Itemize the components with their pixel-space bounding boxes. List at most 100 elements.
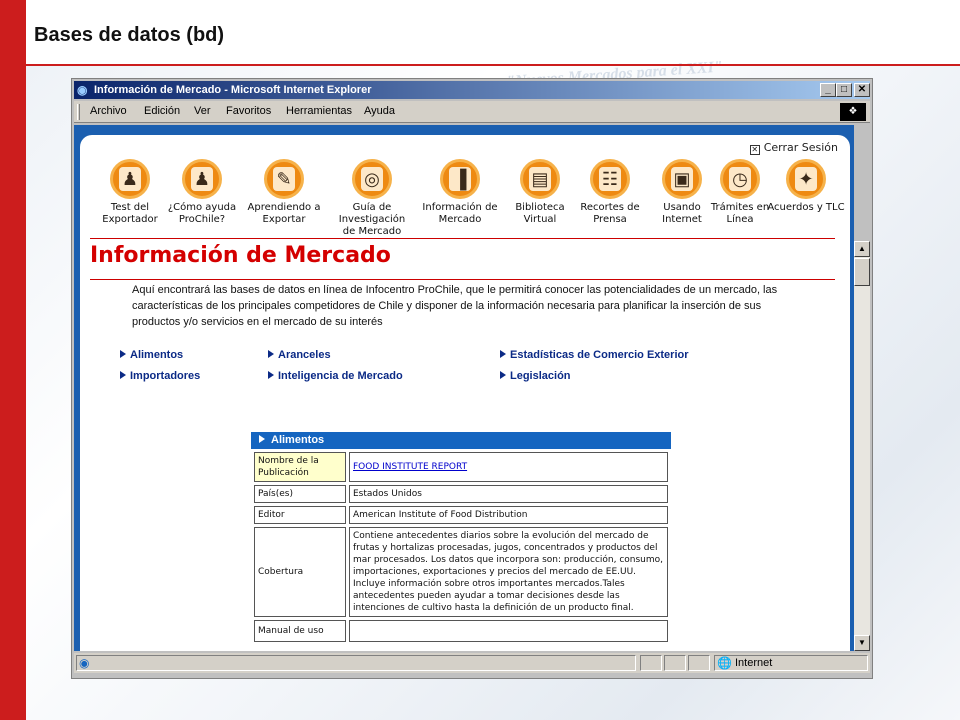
category-link-alimentos[interactable]: Alimentos: [120, 349, 183, 361]
row-key-country: País(es): [254, 485, 346, 503]
bullet-arrow-icon: [120, 371, 126, 379]
logout-link[interactable]: ✕ Cerrar Sesión: [749, 141, 838, 155]
computer-icon: ▣: [662, 159, 702, 199]
nav-item-label: Test del Exportador: [102, 202, 158, 225]
page-heading: Información de Mercado: [90, 243, 391, 268]
businessman-suit-icon: ♟: [182, 159, 222, 199]
bullet-arrow-icon: [500, 371, 506, 379]
nav-item-2[interactable]: ♟ ¿Cómo ayuda ProChile?: [162, 159, 242, 226]
slide-title: Bases de datos (bd): [34, 24, 225, 46]
table-row: Editor American Institute of Food Distri…: [254, 506, 668, 524]
nav-item-10[interactable]: ✦ Acuerdos y TLC: [766, 159, 846, 214]
bullet-arrow-icon: [259, 435, 265, 443]
minimize-button[interactable]: _: [820, 83, 836, 97]
intro-text: Aquí encontrará las bases de datos en lí…: [132, 284, 778, 328]
status-pane: [640, 655, 662, 671]
bar-chart-icon: ▐: [440, 159, 480, 199]
row-key-manual: Manual de uso: [254, 620, 346, 642]
scroll-thumb[interactable]: [854, 258, 870, 286]
category-label: Importadores: [130, 370, 201, 382]
nav-item-label: Aprendiendo a Exportar: [247, 202, 321, 225]
row-key-publication: Nombre de la Publicación: [254, 452, 346, 482]
menu-favoritos[interactable]: Favoritos: [226, 105, 271, 117]
nav-item-7[interactable]: ☷ Recortes de Prensa: [570, 159, 650, 226]
slide: "Nuevos Mercados para el XXI" Bases de d…: [0, 0, 960, 720]
toolbar-grip[interactable]: [77, 104, 80, 120]
accent-sidebar: [0, 0, 26, 720]
category-link-estadisticas[interactable]: Estadísticas de Comercio Exterior: [500, 349, 689, 361]
menu-herramientas[interactable]: Herramientas: [286, 105, 352, 117]
nav-item-3[interactable]: ✎ Aprendiendo a Exportar: [244, 159, 324, 226]
category-link-inteligencia[interactable]: Inteligencia de Mercado: [268, 370, 403, 382]
status-pane: [664, 655, 686, 671]
nav-item-label: Información de Mercado: [422, 202, 498, 225]
category-label: Estadísticas de Comercio Exterior: [510, 349, 689, 361]
database-details-table: Nombre de la Publicación FOOD INSTITUTE …: [251, 449, 671, 645]
ie-page-icon: ◉: [77, 83, 88, 97]
status-bar: ◉ 🌐 Internet: [74, 653, 870, 673]
category-label: Aranceles: [278, 349, 331, 361]
books-icon: ▤: [520, 159, 560, 199]
table-row: Nombre de la Publicación FOOD INSTITUTE …: [254, 452, 668, 482]
reading-man-icon: ✎: [264, 159, 304, 199]
businessman-red-tie-icon: ♟: [110, 159, 150, 199]
nav-item-6[interactable]: ▤ Biblioteca Virtual: [500, 159, 580, 226]
nav-item-label: Guía de Investigación de Mercado: [338, 202, 406, 237]
table-section-header: Alimentos: [251, 432, 671, 449]
scroll-up-arrow-icon[interactable]: ▲: [854, 241, 870, 257]
nav-item-1[interactable]: ♟ Test del Exportador: [90, 159, 170, 226]
table-row: Cobertura Contiene antecedentes diarios …: [254, 527, 668, 617]
category-link-legislacion[interactable]: Legislación: [500, 370, 571, 382]
row-value-publication: FOOD INSTITUTE REPORT: [349, 452, 668, 482]
newspaper-icon: ☷: [590, 159, 630, 199]
nav-item-label: Recortes de Prensa: [580, 202, 640, 225]
window-title: Información de Mercado - Microsoft Inter…: [94, 84, 372, 96]
row-key-coverage: Cobertura: [254, 527, 346, 617]
table-row: Manual de uso: [254, 620, 668, 642]
logout-label: Cerrar Sesión: [763, 141, 838, 154]
nav-item-label: Biblioteca Virtual: [515, 202, 565, 225]
category-link-aranceles[interactable]: Aranceles: [268, 349, 331, 361]
nav-item-label: ¿Cómo ayuda ProChile?: [167, 202, 237, 225]
bullet-arrow-icon: [268, 371, 274, 379]
row-value-country: Estados Unidos: [349, 485, 668, 503]
heading-divider-top: [90, 238, 835, 239]
zone-label: Internet: [735, 657, 773, 669]
category-label: Alimentos: [130, 349, 184, 361]
nav-item-label: Acuerdos y TLC: [767, 202, 845, 213]
menu-bar: Archivo Edición Ver Favoritos Herramient…: [74, 101, 870, 123]
category-label: Legislación: [510, 370, 571, 382]
menu-archivo[interactable]: Archivo: [90, 105, 127, 117]
status-text-pane: ◉: [76, 655, 636, 671]
stopwatch-icon: ◷: [720, 159, 760, 199]
menu-ver[interactable]: Ver: [194, 105, 211, 117]
browser-window: ◉ Información de Mercado - Microsoft Int…: [71, 78, 873, 679]
globe-icon: 🌐: [717, 656, 732, 670]
browser-viewport: ✕ Cerrar Sesión ♟ Test del Exportador ♟ ¿Cóm…: [74, 125, 854, 651]
row-value-manual: [349, 620, 668, 642]
table-section-title: Alimentos: [271, 434, 325, 446]
maximize-button[interactable]: □: [836, 83, 852, 97]
bullet-arrow-icon: [500, 350, 506, 358]
close-button[interactable]: ✕: [854, 83, 870, 97]
scroll-down-arrow-icon[interactable]: ▼: [854, 635, 870, 651]
publication-link[interactable]: FOOD INSTITUTE REPORT: [353, 462, 467, 472]
vertical-scrollbar[interactable]: ▲ ▼: [854, 241, 870, 651]
handshake-icon: ✦: [786, 159, 826, 199]
menu-ayuda[interactable]: Ayuda: [364, 105, 395, 117]
nav-item-5[interactable]: ▐ Información de Mercado: [420, 159, 500, 226]
nav-item-4[interactable]: ◎ Guía de Investigación de Mercado: [332, 159, 412, 238]
row-key-editor: Editor: [254, 506, 346, 524]
ie-status-icon: ◉: [79, 656, 90, 670]
menu-edicion[interactable]: Edición: [144, 105, 180, 117]
bullet-arrow-icon: [120, 350, 126, 358]
row-value-editor: American Institute of Food Distribution: [349, 506, 668, 524]
globe-icon: ◎: [352, 159, 392, 199]
category-link-importadores[interactable]: Importadores: [120, 370, 200, 382]
title-divider: [26, 64, 960, 66]
heading-divider-bottom: [90, 279, 835, 280]
category-label: Inteligencia de Mercado: [278, 370, 403, 382]
table-row: País(es) Estados Unidos: [254, 485, 668, 503]
window-titlebar[interactable]: ◉ Información de Mercado - Microsoft Int…: [74, 81, 870, 99]
site-content: ✕ Cerrar Sesión ♟ Test del Exportador ♟ ¿Cóm…: [80, 135, 850, 651]
